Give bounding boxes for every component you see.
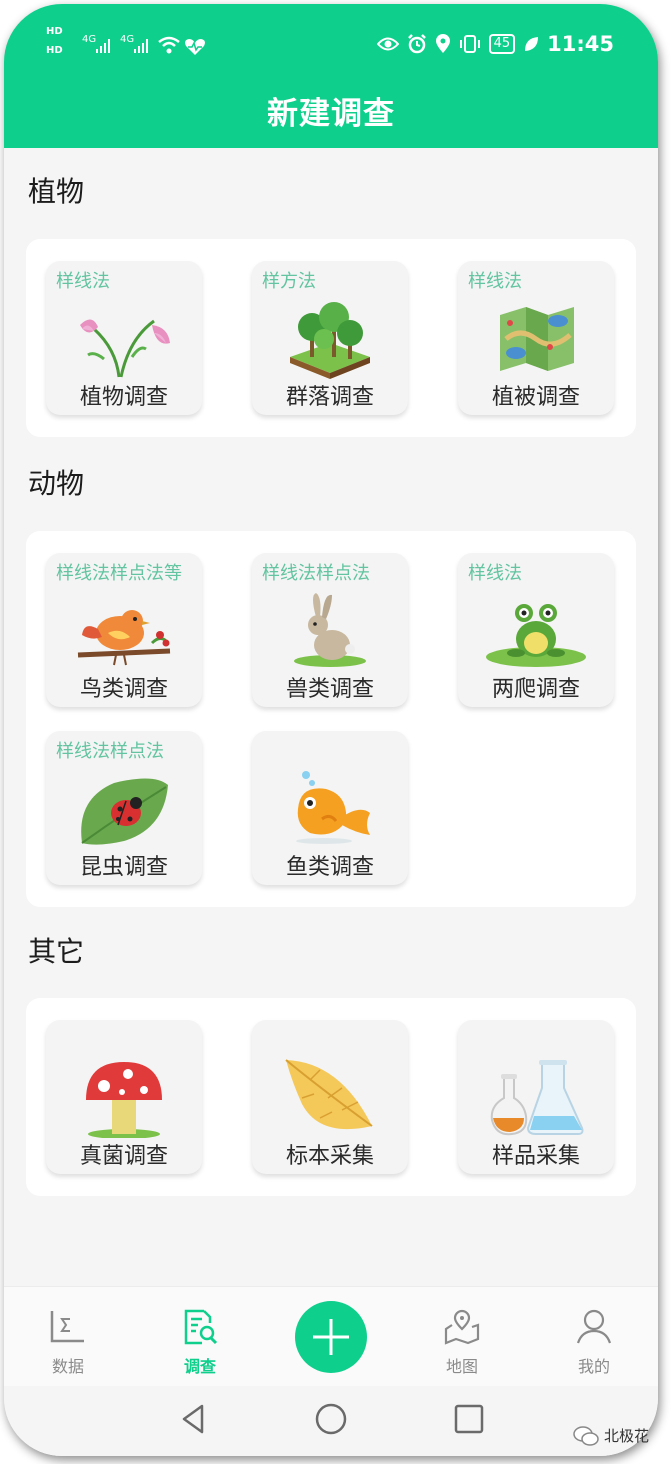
trees-icon — [290, 302, 370, 379]
signal-label-2: 4G — [120, 34, 135, 45]
bottom-nav: 数据 调查 地图 我的 — [4, 1286, 658, 1387]
hd-badge-1: HD — [46, 26, 63, 37]
watermark: 北极花 — [573, 1425, 649, 1446]
tile-bird-survey[interactable]: 样线法样点法等 鸟类调查 — [46, 553, 202, 707]
tile-method: 样线法样点法 — [56, 741, 164, 762]
map-pin-icon — [444, 1309, 480, 1345]
back-icon[interactable] — [176, 1402, 210, 1436]
frog-icon — [486, 604, 586, 667]
tile-method: 样方法 — [262, 271, 316, 292]
battery-level: 45 — [488, 34, 516, 54]
tile-method: 样线法 — [468, 271, 522, 292]
signal-bars-1-icon — [96, 39, 110, 53]
nav-label: 地图 — [445, 1357, 478, 1376]
leaf-icon — [285, 1059, 373, 1130]
tile-community-survey[interactable]: 样方法 群落调查 — [252, 261, 408, 415]
tile-sample-collection[interactable]: 样品采集 — [458, 1020, 614, 1174]
section-title-other: 其它 — [28, 935, 85, 968]
plants-card: 样线法 植物调查 样方法 群落调查 样线法 植被调查 — [26, 239, 636, 437]
flower-icon — [80, 319, 170, 378]
tile-fungi-survey[interactable]: 真菌调查 — [46, 1020, 202, 1174]
tile-label: 昆虫调查 — [79, 855, 168, 880]
plus-icon — [313, 1319, 349, 1355]
tile-label: 鱼类调查 — [285, 855, 374, 880]
nav-label: 我的 — [577, 1357, 610, 1376]
chart-icon — [50, 1311, 84, 1343]
nav-label: 数据 — [51, 1357, 84, 1376]
section-title-animals: 动物 — [28, 467, 85, 500]
flask-icon — [490, 1060, 584, 1136]
app-header: HD HD 4G 4G 45 11:45 新建调查 — [4, 4, 658, 148]
tile-label: 群落调查 — [285, 385, 374, 410]
wechat-icon — [573, 1425, 599, 1446]
tile-plant-survey[interactable]: 样线法 植物调查 — [46, 261, 202, 415]
signal-bars-2-icon — [134, 39, 148, 53]
tile-method: 样线法 — [56, 271, 110, 292]
alarm-icon — [407, 34, 426, 54]
survey-icon — [184, 1309, 218, 1345]
tile-insect-survey[interactable]: 样线法样点法 昆虫调查 — [46, 731, 202, 885]
tile-amphibian-reptile-survey[interactable]: 样线法 两爬调查 — [458, 553, 614, 707]
leaf-eco-icon — [525, 37, 539, 51]
tile-label: 样品采集 — [491, 1144, 580, 1169]
sim-indicators: HD HD — [46, 26, 63, 56]
eye-icon — [376, 37, 399, 51]
nav-item-data[interactable]: 数据 — [28, 1309, 108, 1377]
wifi-icon — [158, 36, 180, 54]
hd-badge-2: HD — [46, 45, 63, 56]
tile-label: 鸟类调查 — [79, 677, 168, 702]
tile-mammal-survey[interactable]: 样线法样点法 兽类调查 — [252, 553, 408, 707]
tile-vegetation-survey[interactable]: 样线法 植被调查 — [458, 261, 614, 415]
watermark-text: 北极花 — [603, 1427, 649, 1445]
user-icon — [576, 1309, 612, 1344]
tile-method: 样线法样点法 — [262, 563, 370, 584]
bird-icon — [77, 610, 171, 666]
map-icon — [500, 307, 574, 371]
recents-icon[interactable] — [452, 1402, 486, 1436]
clock-time: 11:45 — [547, 32, 614, 56]
signal-label-1: 4G — [82, 34, 97, 45]
tile-label: 真菌调查 — [79, 1144, 168, 1169]
fish-icon — [296, 771, 370, 844]
nav-item-map[interactable]: 地图 — [422, 1309, 502, 1377]
status-right: 45 11:45 — [376, 32, 614, 56]
nav-item-survey[interactable]: 调查 — [160, 1309, 240, 1377]
system-nav-bar — [4, 1386, 658, 1456]
tile-label: 兽类调查 — [285, 677, 374, 702]
tile-method: 样线法样点法等 — [56, 563, 182, 584]
nav-item-profile[interactable]: 我的 — [554, 1309, 634, 1377]
tile-specimen-collection[interactable]: 标本采集 — [252, 1020, 408, 1174]
health-heart-icon — [185, 39, 205, 55]
phone-frame: HD HD 4G 4G 45 11:45 新建调查 植物 样线法 植物调查 样方… — [4, 4, 658, 1456]
status-bar: HD HD 4G 4G 45 11:45 — [4, 4, 658, 84]
tile-label: 植物调查 — [79, 385, 168, 410]
ladybug-icon — [81, 778, 168, 845]
add-survey-button[interactable] — [295, 1301, 367, 1373]
animals-card: 样线法样点法等 鸟类调查 样线法样点法 兽类调查 样线法 两爬调查 样线法样点法… — [26, 531, 636, 907]
vibrate-icon — [459, 35, 480, 53]
tile-label: 标本采集 — [285, 1144, 374, 1169]
nav-label: 调查 — [183, 1357, 216, 1376]
location-icon — [435, 34, 450, 53]
tile-method: 样线法 — [468, 563, 522, 584]
rabbit-icon — [294, 593, 366, 667]
home-icon[interactable] — [314, 1402, 348, 1436]
other-card: 真菌调查 标本采集 样品采集 — [26, 998, 636, 1196]
page-title: 新建调查 — [267, 96, 395, 132]
tile-label: 两爬调查 — [491, 677, 580, 702]
tile-label: 植被调查 — [491, 385, 580, 410]
mushroom-icon — [86, 1062, 162, 1138]
tile-fish-survey[interactable]: 鱼类调查 — [252, 731, 408, 885]
section-title-plants: 植物 — [28, 175, 85, 208]
